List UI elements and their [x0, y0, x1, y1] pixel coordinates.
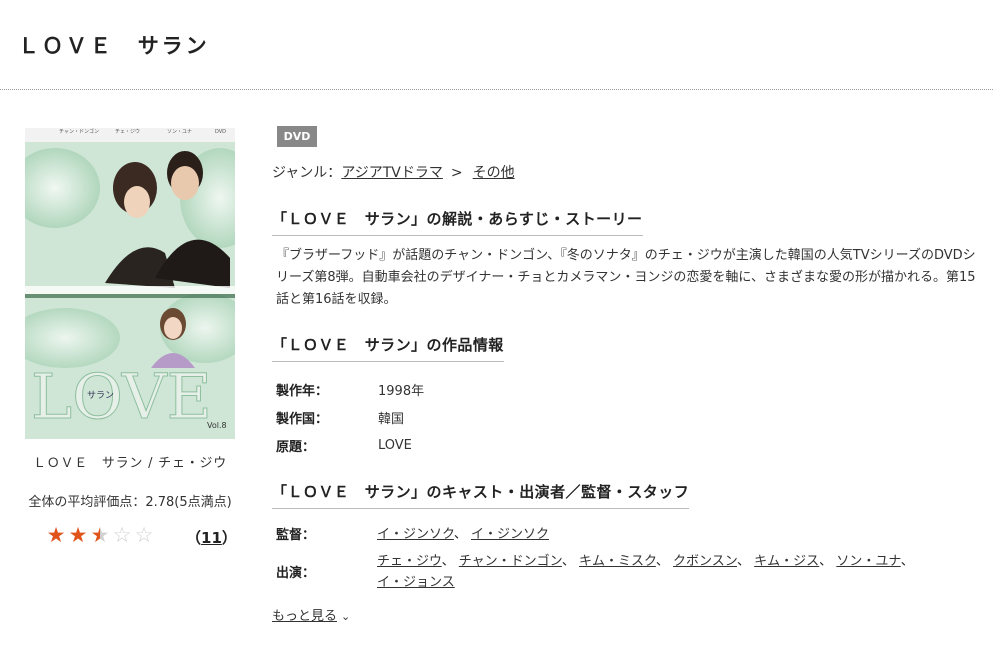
- genre-link-sub[interactable]: その他: [473, 165, 515, 181]
- cast-link[interactable]: ソン・ユナ: [836, 554, 900, 569]
- cast-heading: 「ＬＯＶＥ サラン」のキャスト・出演者／監督・スタッフ: [272, 481, 690, 509]
- info-label: 原題：: [276, 439, 316, 455]
- info-heading: 「ＬＯＶＥ サラン」の作品情報: [272, 334, 504, 362]
- cover-name-2: チェ・ジウ: [115, 128, 140, 135]
- star-icon: ☆: [112, 523, 132, 547]
- cast-link[interactable]: キム・ミスク: [579, 554, 656, 569]
- director-link[interactable]: イ・ジンソク: [377, 527, 454, 542]
- cast-label: 出演：: [276, 566, 316, 581]
- director-link[interactable]: イ・ジンソク: [471, 527, 549, 542]
- cast-list: チェ・ジウ、 チャン・ドンゴン、 キム・ミスク、 クボンスン、 キム・ジス、 ソ…: [377, 554, 914, 590]
- director-label: 監督：: [276, 528, 316, 543]
- chevron-down-icon: ⌄: [341, 610, 351, 623]
- cover-art: チャン・ドンゴン チェ・ジウ ソン・ユナ DVD LOVE サラン Vol.8: [25, 128, 235, 439]
- star-icon: ☆: [134, 523, 154, 547]
- star-icon: ★: [46, 523, 66, 547]
- star-icon: ★: [90, 523, 110, 547]
- info-row-year: 製作年： 1998年: [276, 375, 424, 403]
- info-value: 1998年: [378, 383, 425, 399]
- show-more-link[interactable]: もっと見る ⌄: [272, 605, 350, 624]
- director-list: イ・ジンソク、 イ・ジンソク: [377, 527, 550, 542]
- synopsis-text: 『ブラザーフッド』が話題のチャン・ドンゴン、『冬のソナタ』のチェ・ジウが主演した…: [276, 248, 976, 307]
- cover-dvd-label: DVD: [215, 129, 226, 135]
- info-value: 韓国: [378, 411, 405, 427]
- cover-volume: Vol.8: [207, 421, 227, 430]
- info-table: 製作年： 1998年 製作国： 韓国 原題： LOVE: [276, 375, 424, 459]
- info-label: 製作国：: [276, 411, 329, 427]
- cover-logo-sub: サラン: [87, 390, 114, 401]
- cast-link[interactable]: チャン・ドンゴン: [459, 554, 562, 569]
- review-count[interactable]: （11）: [186, 527, 237, 548]
- title-divider: [0, 89, 993, 90]
- info-value: LOVE: [378, 437, 412, 453]
- star-icon: ★: [68, 523, 88, 547]
- review-count-link[interactable]: 11: [201, 529, 222, 547]
- page-title: ＬＯＶＥ サラン: [18, 34, 210, 58]
- cast-link[interactable]: チェ・ジウ: [377, 554, 442, 569]
- cover-logo: LOVE: [31, 360, 212, 433]
- cover-name-1: チャン・ドンゴン: [59, 128, 99, 135]
- cast-link[interactable]: キム・ジス: [754, 554, 819, 569]
- cast-link[interactable]: クボンスン: [673, 554, 737, 569]
- rating-summary: 全体の平均評価点：2.78(5点満点): [28, 495, 232, 510]
- genre-link-main[interactable]: アジアTVドラマ: [341, 165, 443, 181]
- format-badge: DVD: [277, 126, 317, 147]
- info-label: 製作年：: [276, 383, 329, 399]
- rating-stars: ★ ★ ★ ☆ ☆: [45, 524, 155, 546]
- synopsis-heading: 「ＬＯＶＥ サラン」の解説・あらすじ・ストーリー: [272, 208, 643, 236]
- genre-breadcrumb: ジャンル：アジアTVドラマ > その他: [272, 162, 515, 182]
- info-row-original-title: 原題： LOVE: [276, 431, 424, 459]
- genre-separator: >: [450, 165, 463, 181]
- item-caption: ＬＯＶＥ サラン / チェ・ジウ: [32, 456, 228, 471]
- info-row-country: 製作国： 韓国: [276, 403, 424, 431]
- cover-name-3: ソン・ユナ: [167, 129, 192, 135]
- genre-prefix: ジャンル：: [272, 165, 342, 181]
- cast-link[interactable]: イ・ジョンス: [377, 575, 455, 590]
- cover-image[interactable]: チャン・ドンゴン チェ・ジウ ソン・ユナ DVD LOVE サラン Vol.8: [25, 128, 235, 439]
